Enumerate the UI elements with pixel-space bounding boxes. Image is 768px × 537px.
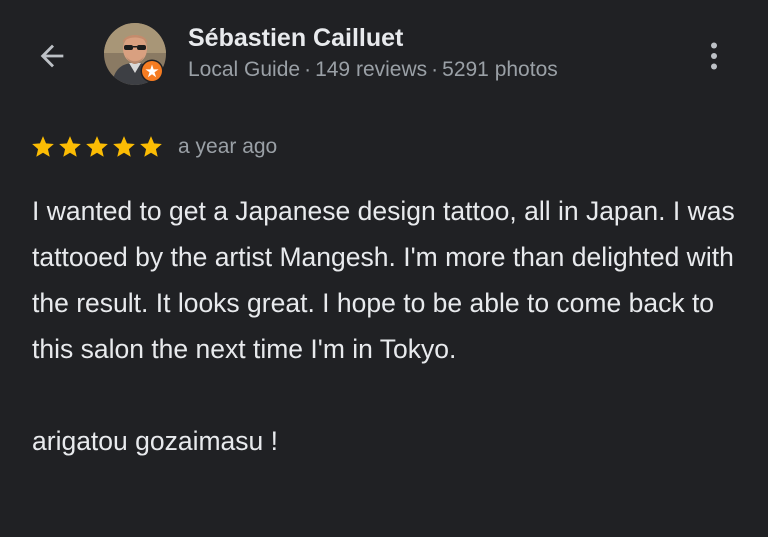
local-guide-badge-icon	[140, 59, 164, 83]
star-icon	[140, 136, 162, 157]
review-signoff: arigatou gozaimasu !	[32, 426, 279, 456]
avatar[interactable]	[104, 23, 166, 85]
review-screen: Sébastien Cailluet Local Guide · 149 revie…	[0, 0, 768, 537]
star-rating	[30, 134, 164, 160]
star-icon	[113, 136, 135, 157]
meta-separator: ·	[431, 58, 439, 81]
back-button[interactable]	[30, 34, 74, 78]
more-options-button[interactable]	[696, 34, 732, 78]
review-time: a year ago	[178, 135, 278, 158]
review-text: I wanted to get a Japanese design tattoo…	[32, 196, 735, 364]
photos-count: 5291 photos	[442, 58, 558, 81]
star-icon	[32, 136, 54, 157]
reviews-count: 149 reviews	[315, 58, 428, 81]
reviewer-name[interactable]: Sébastien Cailluet	[188, 24, 403, 53]
review-body: I wanted to get a Japanese design tattoo…	[32, 188, 744, 464]
reviewer-meta: Local Guide · 149 reviews · 5291 photos	[188, 58, 558, 82]
meta-separator: ·	[304, 58, 312, 81]
reviewer-header: Sébastien Cailluet Local Guide · 149 revie…	[0, 0, 768, 110]
star-icon	[86, 136, 108, 157]
more-vert-icon	[711, 42, 717, 70]
rating-row: a year ago	[30, 132, 277, 162]
local-guide-label: Local Guide	[188, 58, 301, 81]
star-icon	[59, 136, 81, 157]
arrow-back-icon	[40, 44, 64, 68]
